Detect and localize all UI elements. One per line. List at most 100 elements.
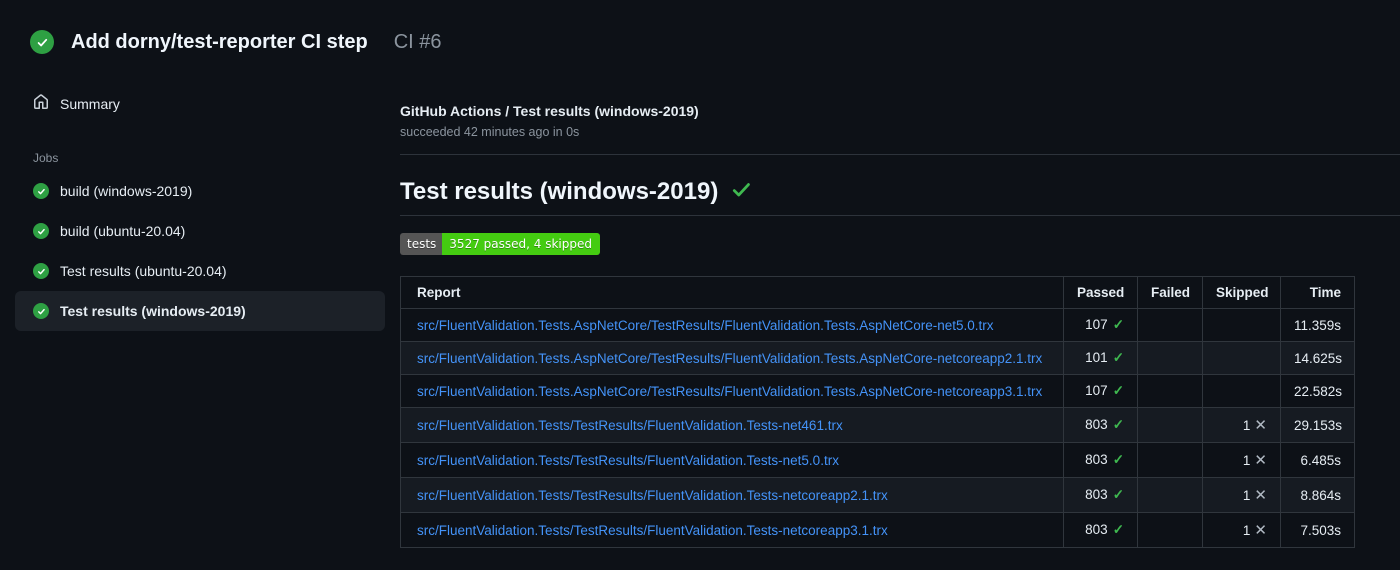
time-cell: 22.582s: [1280, 374, 1355, 408]
report-cell: src/FluentValidation.Tests/TestResults/F…: [400, 477, 1064, 513]
check-icon: ✓: [1112, 487, 1124, 502]
passed-cell: 803 ✓: [1063, 442, 1138, 478]
divider: [400, 154, 1400, 155]
passed-cell: 803 ✓: [1063, 407, 1138, 443]
layout: Summary Jobs build (windows-2019) build (…: [0, 70, 1400, 548]
table-row: src/FluentValidation.Tests/TestResults/F…: [400, 407, 1355, 443]
check-icon: ✓: [1112, 452, 1124, 467]
run-status-line: succeeded 42 minutes ago in 0s: [400, 125, 580, 139]
check-circle-icon: [33, 303, 49, 319]
table-row: src/FluentValidation.Tests/TestResults/F…: [400, 512, 1355, 548]
check-run-breadcrumb: GitHub Actions / Test results (windows-2…: [400, 103, 699, 119]
report-link[interactable]: src/FluentValidation.Tests.AspNetCore/Te…: [417, 318, 994, 333]
sidebar-job-item-2[interactable]: build (ubuntu-20.04): [15, 211, 385, 251]
time-cell: 29.153s: [1280, 407, 1355, 443]
passed-cell: 107 ✓: [1063, 308, 1138, 342]
time-cell: 7.503s: [1280, 512, 1355, 548]
run-number: CI #6: [393, 30, 442, 53]
report-cell: src/FluentValidation.Tests.AspNetCore/Te…: [400, 308, 1064, 342]
check-icon: ✓: [1112, 417, 1124, 432]
skipped-cell: 1 ✕: [1202, 442, 1281, 478]
tests-badge: tests 3527 passed, 4 skipped: [400, 233, 600, 255]
x-icon: ✕: [1254, 522, 1267, 539]
job-label: Test results (windows-2019): [60, 303, 246, 319]
x-icon: ✕: [1254, 487, 1267, 504]
run-header: Add dorny/test-reporter CI step CI #6: [0, 0, 1400, 70]
failed-cell: [1137, 308, 1203, 342]
skipped-cell: [1202, 341, 1281, 375]
table-row: src/FluentValidation.Tests.AspNetCore/Te…: [400, 374, 1355, 408]
badge-row: tests 3527 passed, 4 skipped: [400, 233, 1400, 255]
workflow-run-page: Add dorny/test-reporter CI step CI #6 Su…: [0, 0, 1400, 570]
jobs-section-label: Jobs: [33, 151, 59, 165]
report-cell: src/FluentValidation.Tests/TestResults/F…: [400, 442, 1064, 478]
column-header-passed: Passed: [1063, 276, 1138, 309]
section-title-row: Test results (windows-2019): [400, 178, 1400, 216]
job-label: build (ubuntu-20.04): [60, 223, 186, 239]
column-header-report: Report: [400, 276, 1064, 309]
x-icon: ✕: [1254, 417, 1267, 434]
skipped-cell: 1 ✕: [1202, 407, 1281, 443]
skipped-cell: 1 ✕: [1202, 512, 1281, 548]
passed-cell: 803 ✓: [1063, 477, 1138, 513]
report-link[interactable]: src/FluentValidation.Tests.AspNetCore/Te…: [417, 384, 1042, 399]
skipped-cell: 1 ✕: [1202, 477, 1281, 513]
check-circle-icon: [33, 263, 49, 279]
sidebar-item-summary[interactable]: Summary: [15, 84, 385, 123]
job-label: build (windows-2019): [60, 183, 193, 199]
test-results-table: Report Passed Failed Skipped Time src/Fluent…: [400, 276, 1355, 548]
report-cell: src/FluentValidation.Tests.AspNetCore/Te…: [400, 341, 1064, 375]
skipped-cell: [1202, 308, 1281, 342]
check-icon: [731, 179, 752, 205]
table-row: src/FluentValidation.Tests/TestResults/F…: [400, 477, 1355, 513]
failed-cell: [1137, 374, 1203, 408]
failed-cell: [1137, 477, 1203, 513]
check-icon: ✓: [1112, 350, 1124, 365]
home-icon: [33, 94, 49, 113]
check-circle-icon: [33, 183, 49, 199]
check-icon: ✓: [1112, 317, 1124, 332]
table-header-row: Report Passed Failed Skipped Time: [400, 276, 1355, 309]
sidebar: Summary Jobs build (windows-2019) build (…: [15, 70, 385, 331]
time-cell: 14.625s: [1280, 341, 1355, 375]
column-header-skipped: Skipped: [1202, 276, 1281, 309]
report-link[interactable]: src/FluentValidation.Tests/TestResults/F…: [417, 488, 888, 503]
report-cell: src/FluentValidation.Tests/TestResults/F…: [400, 407, 1064, 443]
x-icon: ✕: [1254, 452, 1267, 469]
column-header-time: Time: [1280, 276, 1355, 309]
check-circle-icon: [30, 30, 54, 54]
report-cell: src/FluentValidation.Tests/TestResults/F…: [400, 512, 1064, 548]
column-header-failed: Failed: [1137, 276, 1203, 309]
sidebar-summary-label: Summary: [60, 95, 120, 112]
sidebar-job-item-4[interactable]: Test results (windows-2019): [15, 291, 385, 331]
check-circle-icon: [33, 223, 49, 239]
badge-label: tests: [400, 233, 443, 255]
check-icon: ✓: [1112, 522, 1124, 537]
failed-cell: [1137, 341, 1203, 375]
sidebar-job-item-3[interactable]: Test results (ubuntu-20.04): [15, 251, 385, 291]
page-title: Test results (windows-2019): [400, 178, 719, 205]
sidebar-job-item-1[interactable]: build (windows-2019): [15, 171, 385, 211]
table-row: src/FluentValidation.Tests.AspNetCore/Te…: [400, 308, 1355, 342]
passed-cell: 803 ✓: [1063, 512, 1138, 548]
skipped-cell: [1202, 374, 1281, 408]
passed-cell: 107 ✓: [1063, 374, 1138, 408]
time-cell: 6.485s: [1280, 442, 1355, 478]
failed-cell: [1137, 442, 1203, 478]
report-link[interactable]: src/FluentValidation.Tests.AspNetCore/Te…: [417, 351, 1042, 366]
report-link[interactable]: src/FluentValidation.Tests/TestResults/F…: [417, 453, 839, 468]
report-link[interactable]: src/FluentValidation.Tests/TestResults/F…: [417, 523, 888, 538]
report-cell: src/FluentValidation.Tests.AspNetCore/Te…: [400, 374, 1064, 408]
passed-cell: 101 ✓: [1063, 341, 1138, 375]
job-label: Test results (ubuntu-20.04): [60, 263, 227, 279]
time-cell: 8.864s: [1280, 477, 1355, 513]
failed-cell: [1137, 512, 1203, 548]
badge-value: 3527 passed, 4 skipped: [442, 233, 600, 255]
report-link[interactable]: src/FluentValidation.Tests/TestResults/F…: [417, 418, 843, 433]
failed-cell: [1137, 407, 1203, 443]
jobs-list: build (windows-2019) build (ubuntu-20.04)…: [15, 171, 385, 331]
table-row: src/FluentValidation.Tests/TestResults/F…: [400, 442, 1355, 478]
main-content: GitHub Actions / Test results (windows-2…: [400, 70, 1400, 548]
time-cell: 11.359s: [1280, 308, 1355, 342]
check-icon: ✓: [1112, 383, 1124, 398]
